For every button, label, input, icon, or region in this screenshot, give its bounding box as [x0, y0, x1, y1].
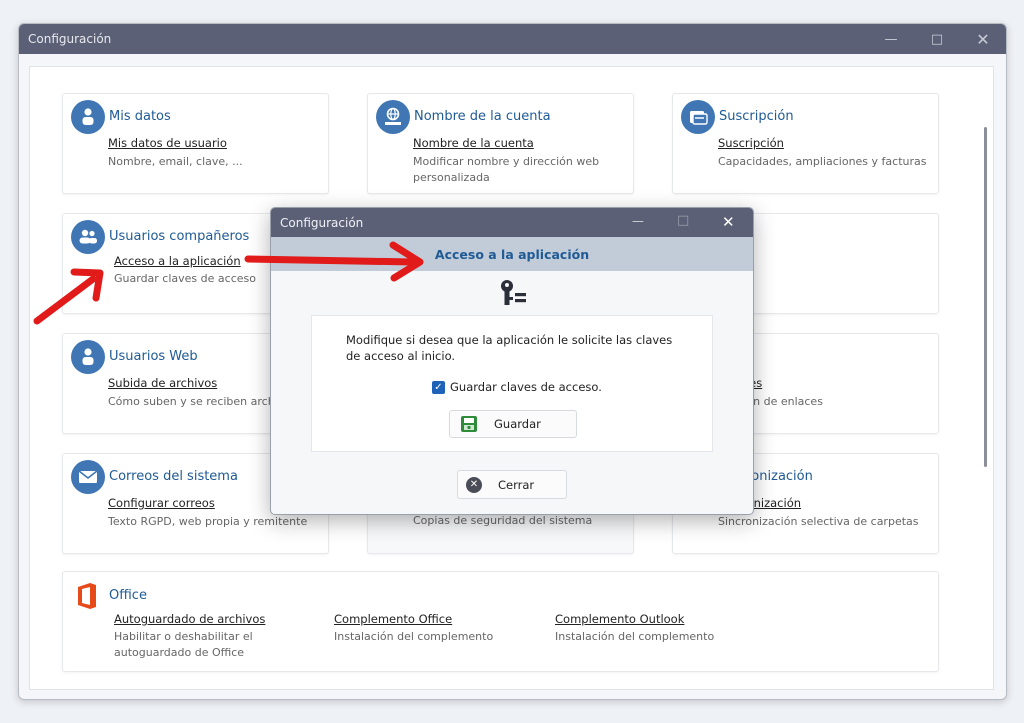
arrow-right-annotation: [244, 241, 424, 282]
annotation-arrows: [33, 241, 424, 325]
arrow-left-annotation: [33, 268, 104, 325]
